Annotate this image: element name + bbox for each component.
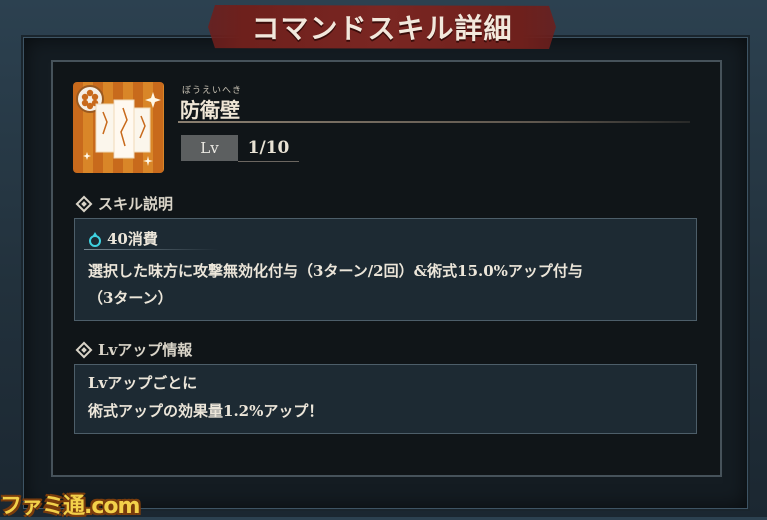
level-label: Lv <box>181 135 238 161</box>
description-line-1: 選択した味方に攻撃無効化付与（3ターン/2回）&術式15.0%アップ付与 <box>88 262 583 280</box>
levelup-heading-text: Lvアップ情報 <box>98 341 193 359</box>
famitsu-watermark: ファミ通.com <box>0 494 140 519</box>
title-banner: コマンドスキル詳細 <box>208 5 556 49</box>
name-divider <box>178 121 690 123</box>
wall-shield-icon <box>73 82 164 173</box>
description-heading: スキル説明 <box>75 193 173 214</box>
mana-drop-icon <box>89 231 101 247</box>
levelup-line-1: Lvアップごとに <box>88 374 198 392</box>
cost-text: 40消費 <box>107 230 158 248</box>
dialog-title: コマンドスキル詳細 <box>251 12 513 45</box>
diamond-bullet-icon <box>75 341 93 358</box>
description-heading-text: スキル説明 <box>98 195 174 213</box>
description-line-2: （3ターン） <box>88 289 173 307</box>
level-value: 1/10 <box>238 135 299 162</box>
diamond-bullet-icon <box>75 195 93 212</box>
cost-underline <box>84 249 219 250</box>
skill-name: 防衛壁 <box>180 98 240 122</box>
cost-row: 40消費 <box>88 228 158 249</box>
levelup-line-2: 術式アップの効果量1.2%アップ！ <box>88 402 324 420</box>
levelup-heading: Lvアップ情報 <box>75 339 192 360</box>
